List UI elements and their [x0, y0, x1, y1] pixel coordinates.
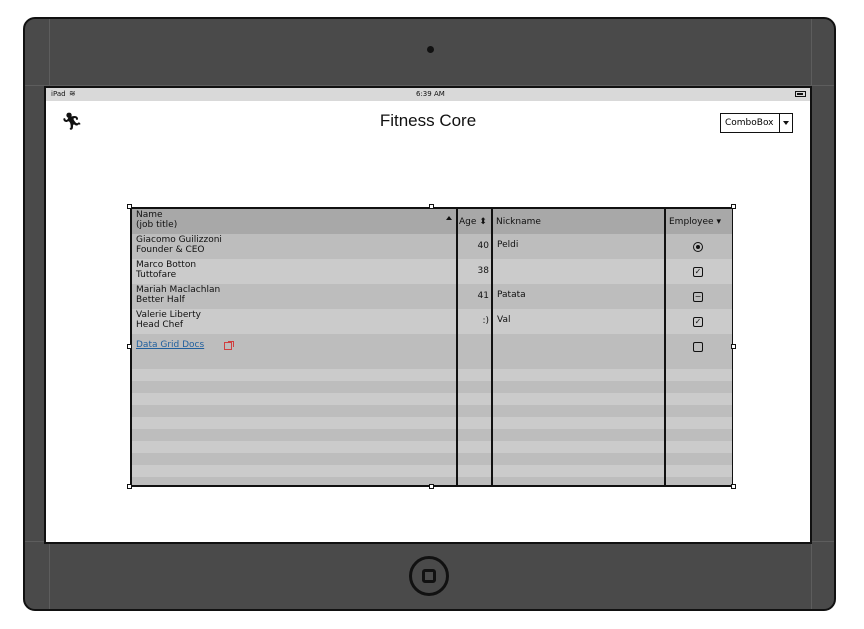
employee-checkbox[interactable]: [693, 342, 703, 352]
combobox-value: ComboBox: [725, 118, 774, 128]
sort-ascending-icon[interactable]: [446, 216, 452, 220]
column-header-age[interactable]: Age ⬍: [459, 217, 487, 227]
sort-descending-icon: ▾: [716, 217, 721, 227]
data-grid: Name (job title) Age ⬍ Nickname Employee…: [130, 207, 733, 487]
person-title: Head Chef: [136, 320, 184, 330]
cell-nickname: Val: [497, 315, 511, 325]
resize-handle[interactable]: [429, 484, 434, 489]
camera-dot: [427, 46, 434, 53]
employee-checkbox[interactable]: ✓: [693, 317, 703, 327]
empty-row: [132, 381, 732, 393]
column-divider: [456, 209, 458, 485]
column-header-name[interactable]: Name (job title): [136, 210, 177, 230]
employee-checkbox-indeterminate[interactable]: −: [693, 292, 703, 302]
external-link-icon[interactable]: [224, 341, 234, 350]
person-name: Marco Botton: [136, 260, 197, 270]
table-row[interactable]: Mariah Maclachlan Better Half 41 Patata …: [132, 284, 732, 309]
empty-row: [132, 405, 732, 417]
grid-header: Name (job title) Age ⬍ Nickname Employee…: [132, 209, 732, 234]
resize-handle[interactable]: [731, 484, 736, 489]
carrier-label: iPad: [51, 90, 66, 98]
person-name: Giacomo Guilizzoni: [136, 235, 222, 245]
table-row[interactable]: Marco Botton Tuttofare 38 ✓: [132, 259, 732, 284]
wifi-icon: ≋: [69, 89, 76, 98]
column-divider: [491, 209, 493, 485]
table-row[interactable]: Giacomo Guilizzoni Founder & CEO 40 Peld…: [132, 234, 732, 259]
column-divider: [664, 209, 666, 485]
cell-nickname: Peldi: [497, 240, 519, 250]
ipad-screen: iPad ≋ 6:39 AM 🏃︎ Fitness Core ComboBox …: [44, 86, 812, 544]
home-button[interactable]: [409, 556, 449, 596]
resize-handle[interactable]: [731, 344, 736, 349]
employee-checkbox[interactable]: ✓: [693, 267, 703, 277]
employee-radio[interactable]: [693, 242, 703, 252]
cell-nickname: Patata: [497, 290, 526, 300]
empty-row: [132, 453, 732, 465]
resize-handle[interactable]: [127, 484, 132, 489]
person-name: Mariah Maclachlan: [136, 285, 221, 295]
cell-age: :): [482, 316, 489, 326]
table-row[interactable]: Data Grid Docs: [132, 334, 732, 359]
person-title: Tuttofare: [136, 270, 177, 280]
column-name-sublabel: (job title): [136, 220, 178, 230]
status-bar: iPad ≋ 6:39 AM: [46, 88, 810, 101]
person-name: Valerie Liberty: [136, 310, 201, 320]
sort-both-icon: ⬍: [479, 217, 487, 227]
resize-handle[interactable]: [127, 204, 132, 209]
cell-name: Giacomo Guilizzoni Founder & CEO: [136, 235, 222, 255]
data-grid-docs-link[interactable]: Data Grid Docs: [136, 340, 204, 350]
cell-name: Mariah Maclachlan Better Half: [136, 285, 220, 305]
column-name-label: Name: [136, 210, 163, 220]
column-age-label: Age: [459, 217, 477, 227]
resize-handle[interactable]: [429, 204, 434, 209]
chevron-down-icon[interactable]: [779, 114, 792, 132]
empty-row: [132, 429, 732, 441]
cell-name: Valerie Liberty Head Chef: [136, 310, 201, 330]
resize-handle[interactable]: [127, 344, 132, 349]
cell-age: 41: [477, 291, 489, 301]
cell-age: 38: [477, 266, 489, 276]
combobox[interactable]: ComboBox: [720, 113, 793, 133]
page-title: Fitness Core: [379, 111, 477, 130]
column-employee-label: Employee: [669, 217, 714, 227]
resize-handle[interactable]: [731, 204, 736, 209]
table-row[interactable]: Valerie Liberty Head Chef :) Val ✓: [132, 309, 732, 334]
status-time: 6:39 AM: [416, 90, 445, 98]
cell-name: Marco Botton Tuttofare: [136, 260, 196, 280]
column-header-nickname[interactable]: Nickname: [496, 217, 541, 227]
column-header-employee[interactable]: Employee ▾: [669, 217, 721, 227]
battery-icon: [795, 91, 806, 97]
person-title: Founder & CEO: [136, 245, 205, 255]
person-title: Better Half: [136, 295, 185, 305]
cell-age: 40: [477, 241, 489, 251]
